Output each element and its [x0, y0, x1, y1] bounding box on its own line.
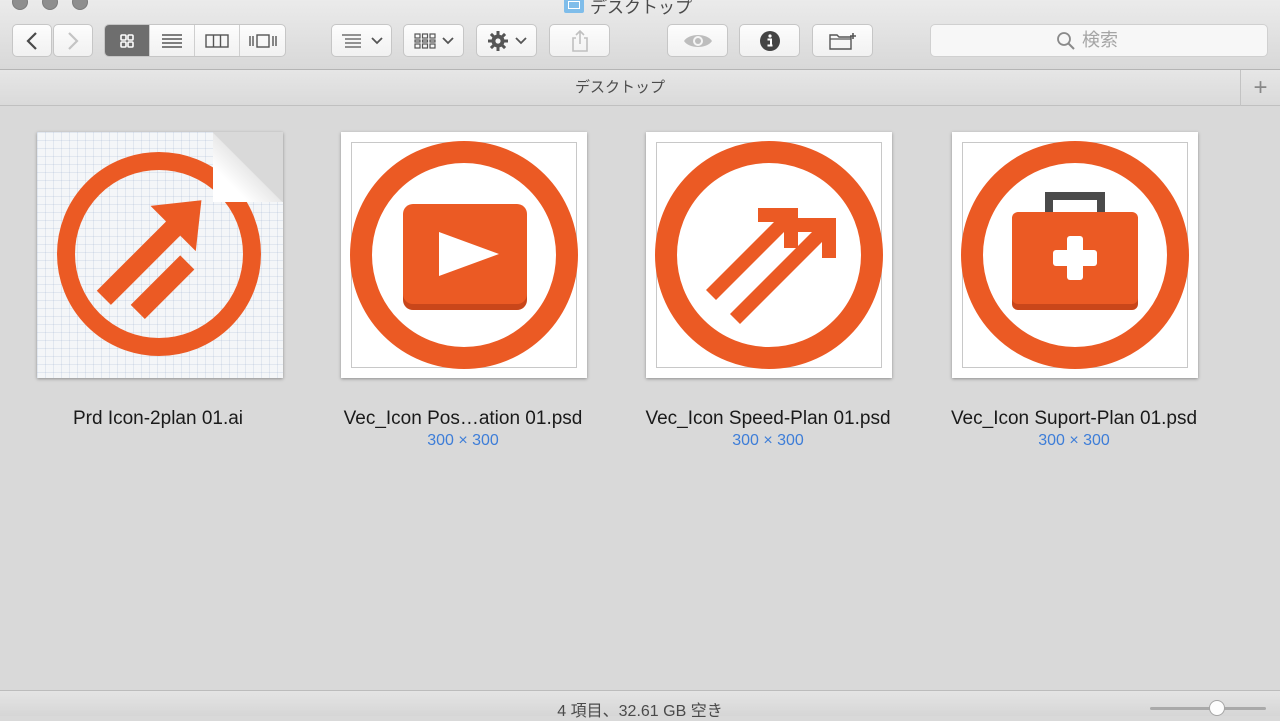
speed-arrows-icon: [655, 141, 883, 369]
get-info-button[interactable]: [739, 24, 800, 57]
toolbar: デスクトップ: [0, 0, 1280, 70]
share-button[interactable]: [549, 24, 610, 57]
gear-icon: [487, 30, 508, 51]
chevron-right-icon: [68, 31, 79, 50]
chevron-left-icon: [26, 31, 37, 50]
file-dimensions: 300 × 300: [427, 432, 499, 449]
quick-look-button[interactable]: [667, 24, 728, 57]
new-folder-icon: [828, 32, 856, 50]
grid-icon: [413, 32, 436, 49]
window-title-text: デスクトップ: [590, 0, 692, 17]
icon-view-button[interactable]: [105, 25, 150, 56]
new-folder-button[interactable]: [812, 24, 873, 57]
icon-view-icon: [120, 33, 134, 48]
status-text: 4 項目、32.61 GB 空き: [557, 703, 723, 720]
search-input[interactable]: [1082, 30, 1142, 51]
file-name: Vec_Icon Suport-Plan 01.psd: [950, 408, 1198, 429]
group-by-button[interactable]: [403, 24, 464, 57]
add-tab-button[interactable]: +: [1240, 70, 1280, 106]
file-dimensions: 300 × 300: [732, 432, 804, 449]
forward-button[interactable]: [53, 24, 93, 57]
search-field[interactable]: [930, 24, 1268, 57]
cover-flow-icon: [248, 33, 277, 48]
status-bar: 4 項目、32.61 GB 空き: [0, 690, 1280, 720]
file-icon-grid: Prd Icon-2plan 01.ai Vec_Icon Pos…ation …: [0, 106, 1280, 690]
eye-icon: [683, 34, 712, 47]
share-icon: [571, 29, 588, 52]
arrange-button[interactable]: [331, 24, 392, 57]
file-thumbnail: [341, 132, 587, 378]
list-view-icon: [162, 33, 182, 48]
tab-bar: デスクトップ +: [0, 70, 1280, 106]
medical-kit-icon: [961, 141, 1189, 369]
list-view-button[interactable]: [150, 25, 195, 56]
arrange-icon: [341, 33, 361, 48]
zoom-window-button[interactable]: [72, 0, 88, 10]
search-icon: [1057, 31, 1075, 50]
view-mode-control: [104, 24, 286, 57]
file-thumbnail: [37, 132, 283, 378]
file-thumbnail: [646, 132, 892, 378]
cover-flow-view-button[interactable]: [240, 25, 285, 56]
file-dimensions: 300 × 300: [1038, 432, 1110, 449]
page-curl: [213, 132, 283, 202]
icon-size-slider[interactable]: [1150, 707, 1266, 710]
info-icon: [759, 30, 780, 51]
icon-size-slider-knob[interactable]: [1209, 700, 1225, 716]
folder-icon: [564, 0, 584, 13]
file-name: Vec_Icon Pos…ation 01.psd: [343, 408, 583, 429]
chevron-down-icon: [441, 36, 454, 44]
close-window-button[interactable]: [12, 0, 28, 10]
chevron-down-icon: [514, 36, 527, 44]
back-button[interactable]: [12, 24, 52, 57]
file-thumbnail: [952, 132, 1198, 378]
tab-title[interactable]: デスクトップ: [0, 70, 1240, 106]
window-title: デスクトップ: [564, 0, 692, 17]
play-icon: [350, 141, 578, 369]
chevron-down-icon: [370, 36, 383, 44]
minimize-window-button[interactable]: [42, 0, 58, 10]
file-name: Vec_Icon Speed-Plan 01.psd: [645, 408, 891, 429]
file-name: Prd Icon-2plan 01.ai: [72, 408, 244, 429]
action-button[interactable]: [476, 24, 537, 57]
column-view-icon: [205, 33, 229, 48]
column-view-button[interactable]: [195, 25, 240, 56]
